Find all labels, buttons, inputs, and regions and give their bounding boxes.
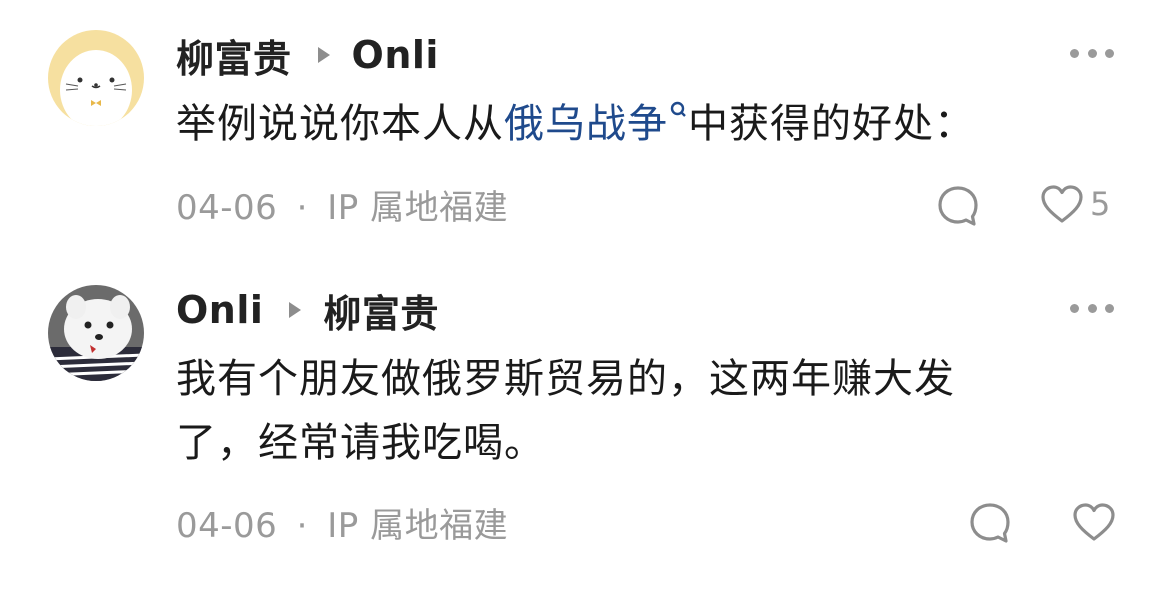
comment-bubble-icon	[938, 186, 978, 226]
heart-icon	[1041, 185, 1083, 223]
comment-text: 我有个朋友做俄罗斯贸易的，这两年赚大发 了，经常请我吃喝。	[176, 347, 1056, 475]
like-button[interactable]	[1072, 502, 1116, 542]
reply-arrow-icon	[317, 47, 330, 63]
comment-text-line: 了，经常请我吃喝。	[176, 420, 545, 466]
reply-button[interactable]	[968, 501, 1012, 545]
reply-to-name[interactable]: 柳富贵	[323, 283, 439, 338]
topic-link-label[interactable]: 俄乌战争	[504, 101, 668, 147]
meta-separator: ·	[296, 188, 308, 228]
avatar[interactable]	[48, 30, 144, 126]
meta-separator: ·	[296, 506, 308, 546]
comment-meta: 04-06 · IP 属地福建	[176, 498, 508, 547]
reply-button[interactable]	[936, 184, 980, 228]
ip-location: IP 属地福建	[327, 188, 509, 228]
reply-arrow-icon	[289, 302, 302, 318]
comment-text-before: 举例说说你本人从	[176, 101, 504, 147]
like-button[interactable]: 5	[1040, 184, 1110, 224]
comment-text: 举例说说你本人从俄乌战争 中获得的好处：	[176, 92, 1056, 156]
more-options-icon[interactable]	[1070, 47, 1114, 59]
comment-meta: 04-06 · IP 属地福建	[176, 180, 508, 229]
avatar[interactable]	[48, 285, 144, 381]
more-options-icon[interactable]	[1070, 302, 1114, 314]
ip-location: IP 属地福建	[327, 506, 509, 546]
comment-text-line: 我有个朋友做俄罗斯贸易的，这两年赚大发	[176, 356, 955, 402]
comment-date: 04-06	[176, 188, 278, 228]
comment-date: 04-06	[176, 506, 278, 546]
search-icon	[670, 101, 686, 117]
comment-bubble-icon	[970, 503, 1010, 543]
author-name[interactable]: Onli	[176, 288, 263, 332]
comment-thread: 柳富贵 Onli 举例说说你本人从俄乌战争 中获得的好处： 04-06 · IP …	[0, 0, 1170, 598]
author-name[interactable]: 柳富贵	[176, 28, 292, 83]
seal-cartoon-avatar-icon	[48, 30, 144, 126]
heart-icon	[1073, 503, 1115, 541]
comment-header: Onli 柳富贵	[176, 283, 439, 338]
reply-to-name[interactable]: Onli	[352, 33, 439, 77]
comment-header: 柳富贵 Onli	[176, 28, 439, 83]
white-dog-avatar-icon	[48, 285, 144, 381]
comment-text-after: 中获得的好处：	[688, 101, 975, 147]
topic-link[interactable]: 俄乌战争	[504, 101, 688, 147]
like-count: 5	[1090, 185, 1111, 223]
